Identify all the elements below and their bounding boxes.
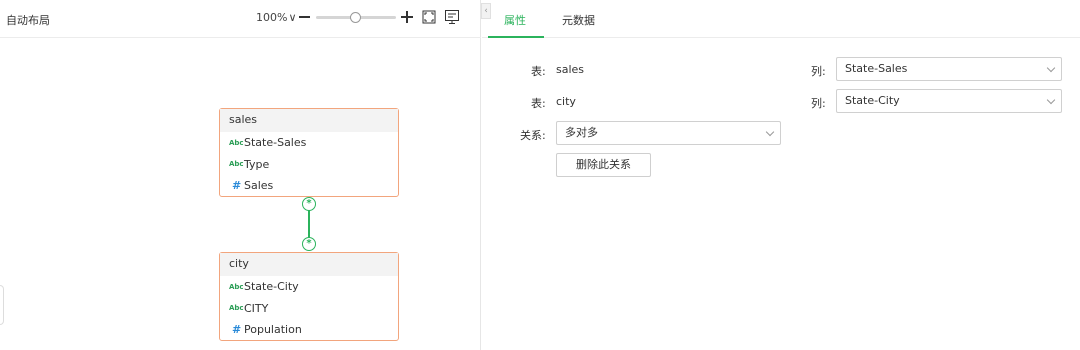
diagram-panel: 自动布局 100% ∨ sales Abc State-Sales Abc Ty… xyxy=(0,0,481,350)
panel-tabs: 属性 元数据 xyxy=(482,0,1080,38)
text-type-icon: Abc xyxy=(229,160,244,169)
field-row[interactable]: Abc CITY xyxy=(220,298,398,320)
text-type-icon: Abc xyxy=(229,304,244,313)
side-panel-handle[interactable] xyxy=(0,285,4,325)
relationship-editor: 自动布局 100% ∨ sales Abc State-Sales Abc Ty… xyxy=(0,0,1080,350)
active-tab-indicator xyxy=(488,36,544,38)
field-name: Population xyxy=(244,323,302,337)
field-row[interactable]: # Population xyxy=(220,319,398,341)
zoom-slider-thumb[interactable] xyxy=(350,12,361,23)
fit-to-screen-icon[interactable] xyxy=(422,10,436,24)
canvas-toolbar: 自动布局 100% ∨ xyxy=(0,0,481,38)
table-card-title: sales xyxy=(220,109,398,132)
tab-properties[interactable]: 属性 xyxy=(504,12,526,28)
column-select[interactable]: State-City xyxy=(836,89,1062,113)
field-name: State-City xyxy=(244,280,299,294)
table-card-city[interactable]: city Abc State-City Abc CITY # Populatio… xyxy=(219,252,399,341)
table-label: 表: xyxy=(531,65,546,78)
table-label: 表: xyxy=(531,97,546,110)
chevron-down-icon xyxy=(765,127,775,137)
zoom-level-value: 100% xyxy=(256,11,288,24)
field-row[interactable]: Abc Type xyxy=(220,154,398,176)
properties-panel: 属性 元数据 表: sales 列: State-Sales 表: city 列… xyxy=(482,0,1080,350)
auto-layout-button[interactable]: 自动布局 xyxy=(6,12,50,28)
many-link-node-icon[interactable]: * xyxy=(302,237,316,251)
chevron-down-icon xyxy=(1046,95,1056,105)
chevron-down-icon: ∨ xyxy=(288,11,297,24)
relation-label: 关系: xyxy=(520,129,546,142)
zoom-in-button[interactable] xyxy=(401,10,413,24)
table-value: city xyxy=(556,95,576,108)
zoom-level-select[interactable]: 100% ∨ xyxy=(256,11,297,24)
field-name: State-Sales xyxy=(244,136,307,150)
relation-select-value: 多对多 xyxy=(565,126,598,139)
field-name: Type xyxy=(244,157,270,171)
relation-select[interactable]: 多对多 xyxy=(556,121,781,145)
text-type-icon: Abc xyxy=(229,282,244,291)
table-card-sales[interactable]: sales Abc State-Sales Abc Type # Sales xyxy=(219,108,399,197)
table-value: sales xyxy=(556,63,585,76)
delete-relation-button[interactable]: 删除此关系 xyxy=(556,153,651,177)
column-label: 列: xyxy=(811,97,826,110)
column-select-value: State-Sales xyxy=(845,62,908,75)
zoom-out-button[interactable] xyxy=(299,16,310,18)
tab-metadata[interactable]: 元数据 xyxy=(562,12,595,28)
column-label: 列: xyxy=(811,65,826,78)
column-select[interactable]: State-Sales xyxy=(836,57,1062,81)
number-type-icon: # xyxy=(232,179,242,193)
text-type-icon: Abc xyxy=(229,138,244,147)
number-type-icon: # xyxy=(232,323,242,337)
field-name: Sales xyxy=(244,179,274,193)
field-row[interactable]: Abc State-Sales xyxy=(220,132,398,154)
preview-icon[interactable] xyxy=(444,9,460,25)
many-link-node-icon[interactable]: * xyxy=(302,197,316,211)
table-card-title: city xyxy=(220,253,398,276)
field-name: CITY xyxy=(244,301,269,315)
field-row[interactable]: # Sales xyxy=(220,175,398,197)
chevron-down-icon xyxy=(1046,63,1056,73)
column-select-value: State-City xyxy=(845,94,900,107)
field-row[interactable]: Abc State-City xyxy=(220,276,398,298)
